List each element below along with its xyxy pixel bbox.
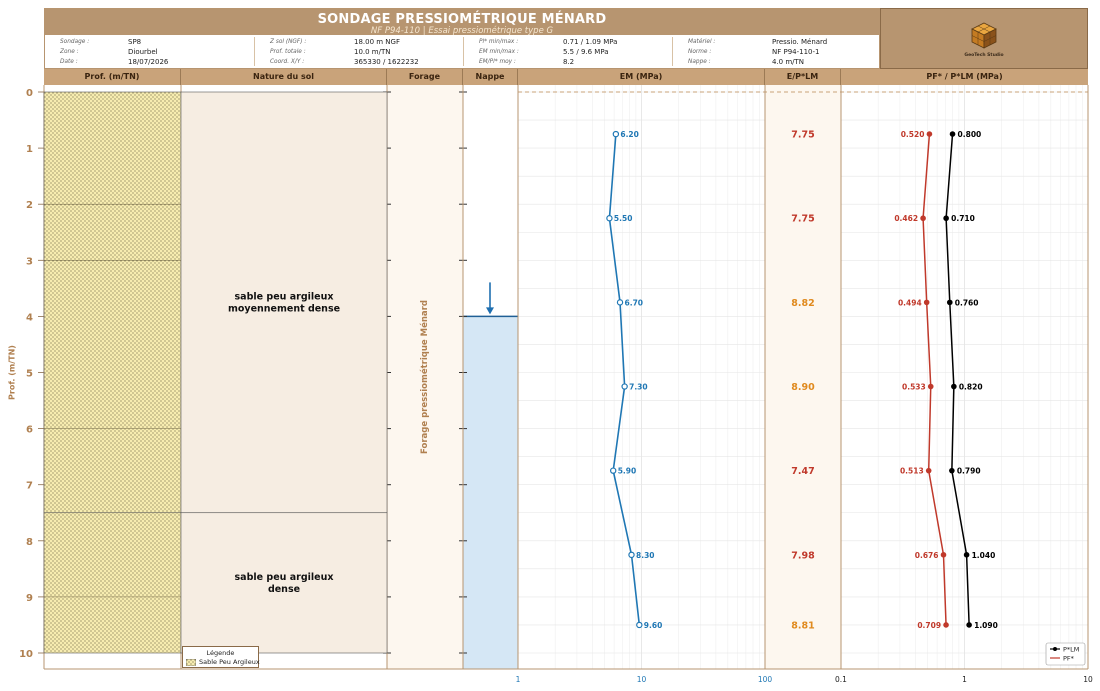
ratio-value: 7.75 — [791, 214, 814, 225]
ratio-value: 8.90 — [791, 382, 815, 393]
pf-point — [920, 215, 926, 222]
plm-point — [966, 622, 972, 628]
pf-value-label: 0.520 — [901, 130, 925, 139]
ratio-column-bg — [765, 85, 841, 669]
depth-tick-label: 8 — [26, 537, 33, 548]
pf-point — [923, 299, 930, 306]
pf-point — [927, 383, 934, 390]
pf-point — [926, 131, 933, 137]
depth-tick-label: 6 — [26, 425, 33, 436]
ratio-value: 7.47 — [791, 466, 814, 477]
plm-series-line — [945, 134, 970, 625]
soil-layer-label: moyennement dense — [228, 303, 340, 314]
pf-value-label: 0.494 — [898, 298, 922, 307]
pf-value-label: 0.462 — [894, 214, 918, 223]
soil-layer-description — [180, 91, 388, 514]
plm-point — [963, 552, 970, 558]
ratio-value: 8.82 — [791, 298, 814, 309]
soil-layer-label: sable peu argileux — [235, 572, 334, 583]
em-point — [628, 551, 635, 559]
pl-axis-tick: 0.1 — [835, 675, 847, 684]
plm-value-label: 0.800 — [958, 130, 982, 139]
em-axis-tick: 100 — [758, 675, 773, 684]
em-value-label: 6.20 — [620, 130, 639, 139]
depth-tick-label: 9 — [26, 593, 33, 604]
em-value-label: 9.60 — [644, 621, 663, 630]
depth-tick-label: 5 — [26, 369, 33, 380]
em-value-label: 7.30 — [629, 383, 648, 392]
sand-swatch-icon — [186, 659, 196, 666]
plm-point — [946, 299, 953, 306]
depth-axis-label-wrap: Prof. (m/TN) — [0, 345, 22, 400]
soil-legend-title: Légende — [206, 649, 235, 657]
forage-label: Forage pressiométrique Ménard — [420, 300, 430, 454]
depth-tick-label: 3 — [26, 256, 33, 267]
ratio-value: 8.81 — [791, 620, 814, 631]
em-value-label: 5.50 — [614, 214, 633, 223]
em-axis-tick: 10 — [637, 675, 647, 684]
pf-point — [940, 552, 947, 558]
ratio-value: 7.75 — [791, 130, 814, 141]
soil-layer-pattern — [43, 512, 182, 654]
soil-layer-label: sable peu argileux — [235, 291, 334, 302]
em-point — [616, 299, 624, 306]
pl-axis-tick: 10 — [1083, 675, 1093, 684]
soil-layer-description — [180, 512, 388, 654]
plm-value-label: 1.090 — [974, 621, 998, 630]
sondage-chart: 0 1 2 3 4 5 6 7 8 9 10 1 10 100 0.1 1 10 sable peu argil… — [19, 85, 1093, 684]
pl-legend-marker — [1053, 647, 1057, 651]
depth-tick-label: 7 — [26, 481, 33, 492]
pf-value-label: 0.533 — [902, 383, 926, 392]
pl-legend-label: PF* — [1063, 655, 1075, 663]
ratio-value: 7.98 — [791, 550, 815, 561]
plm-point — [951, 383, 957, 390]
depth-axis-label: Prof. (m/TN) — [7, 345, 17, 400]
pl-legend-label: P*LM — [1063, 646, 1079, 654]
em-point — [636, 621, 643, 629]
soil-layer-label: dense — [268, 584, 300, 595]
plm-value-label: 0.760 — [955, 298, 979, 307]
em-point — [621, 383, 628, 390]
depth-tick-label: 1 — [26, 144, 33, 155]
plm-point — [943, 215, 949, 222]
pf-value-label: 0.513 — [900, 467, 924, 476]
plm-point — [949, 131, 956, 137]
plm-value-label: 0.820 — [959, 383, 983, 392]
soil-legend: Légende Sable Peu Argileux — [182, 646, 260, 668]
pl-axis-tick: 1 — [962, 675, 967, 684]
pf-point — [943, 622, 949, 628]
em-axis-tick: 1 — [516, 675, 521, 684]
pf-value-label: 0.709 — [917, 621, 941, 630]
plm-value-label: 0.710 — [951, 214, 975, 223]
depth-tick-label: 10 — [19, 649, 33, 660]
soil-legend-item: Sable Peu Argileux — [199, 658, 260, 666]
depth-tick-label: 2 — [26, 200, 33, 211]
water-fill — [463, 316, 518, 669]
depth-tick-label: 4 — [26, 312, 33, 323]
em-value-label: 6.70 — [625, 298, 644, 307]
pf-point — [925, 467, 932, 474]
depth-tick-label: 0 — [26, 88, 33, 99]
em-value-label: 8.30 — [636, 551, 655, 560]
pf-value-label: 0.676 — [915, 551, 939, 560]
em-point — [606, 215, 613, 222]
plm-value-label: 1.040 — [972, 551, 996, 560]
plm-point — [949, 467, 955, 474]
plm-value-label: 0.790 — [957, 467, 981, 476]
em-value-label: 5.90 — [618, 467, 637, 476]
soil-layer-pattern — [43, 91, 182, 514]
em-point — [612, 130, 620, 138]
em-point — [610, 467, 617, 474]
